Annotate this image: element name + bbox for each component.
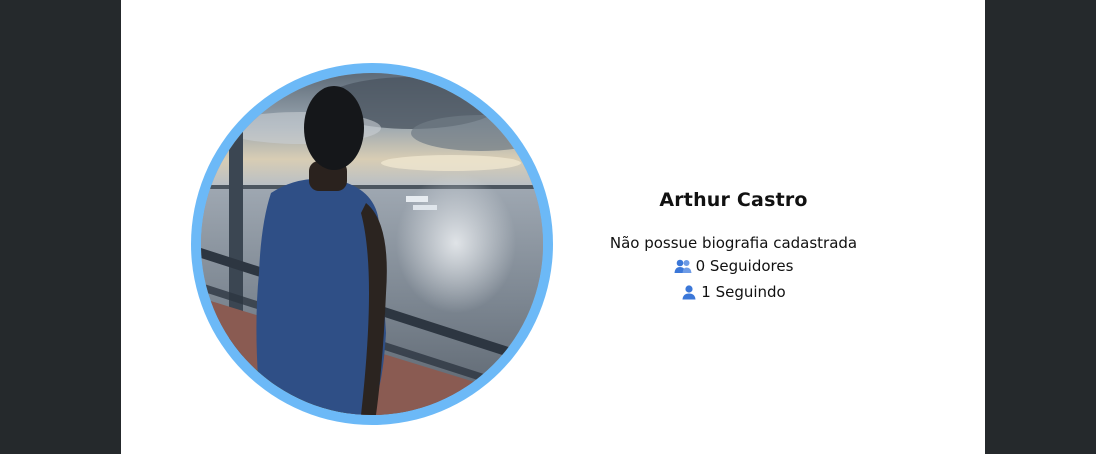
profile-card: Arthur Castro Não possue biografia cadas… [121, 0, 985, 454]
followers-count[interactable]: 0 Seguidores [561, 255, 906, 281]
people-icon [674, 258, 692, 281]
avatar-photo [201, 73, 543, 415]
profile-info: Arthur Castro Não possue biografia cadas… [561, 186, 906, 307]
profile-avatar[interactable] [201, 73, 543, 415]
page: Arthur Castro Não possue biografia cadas… [0, 0, 1096, 454]
profile-name: Arthur Castro [659, 189, 808, 211]
followers-label: 0 Seguidores [695, 257, 794, 275]
avatar-ring [191, 63, 553, 425]
following-count[interactable]: 1 Seguindo [561, 281, 906, 307]
profile-bio: Não possue biografia cadastrada [609, 234, 858, 252]
person-icon [681, 284, 697, 307]
following-label: 1 Seguindo [701, 283, 786, 301]
